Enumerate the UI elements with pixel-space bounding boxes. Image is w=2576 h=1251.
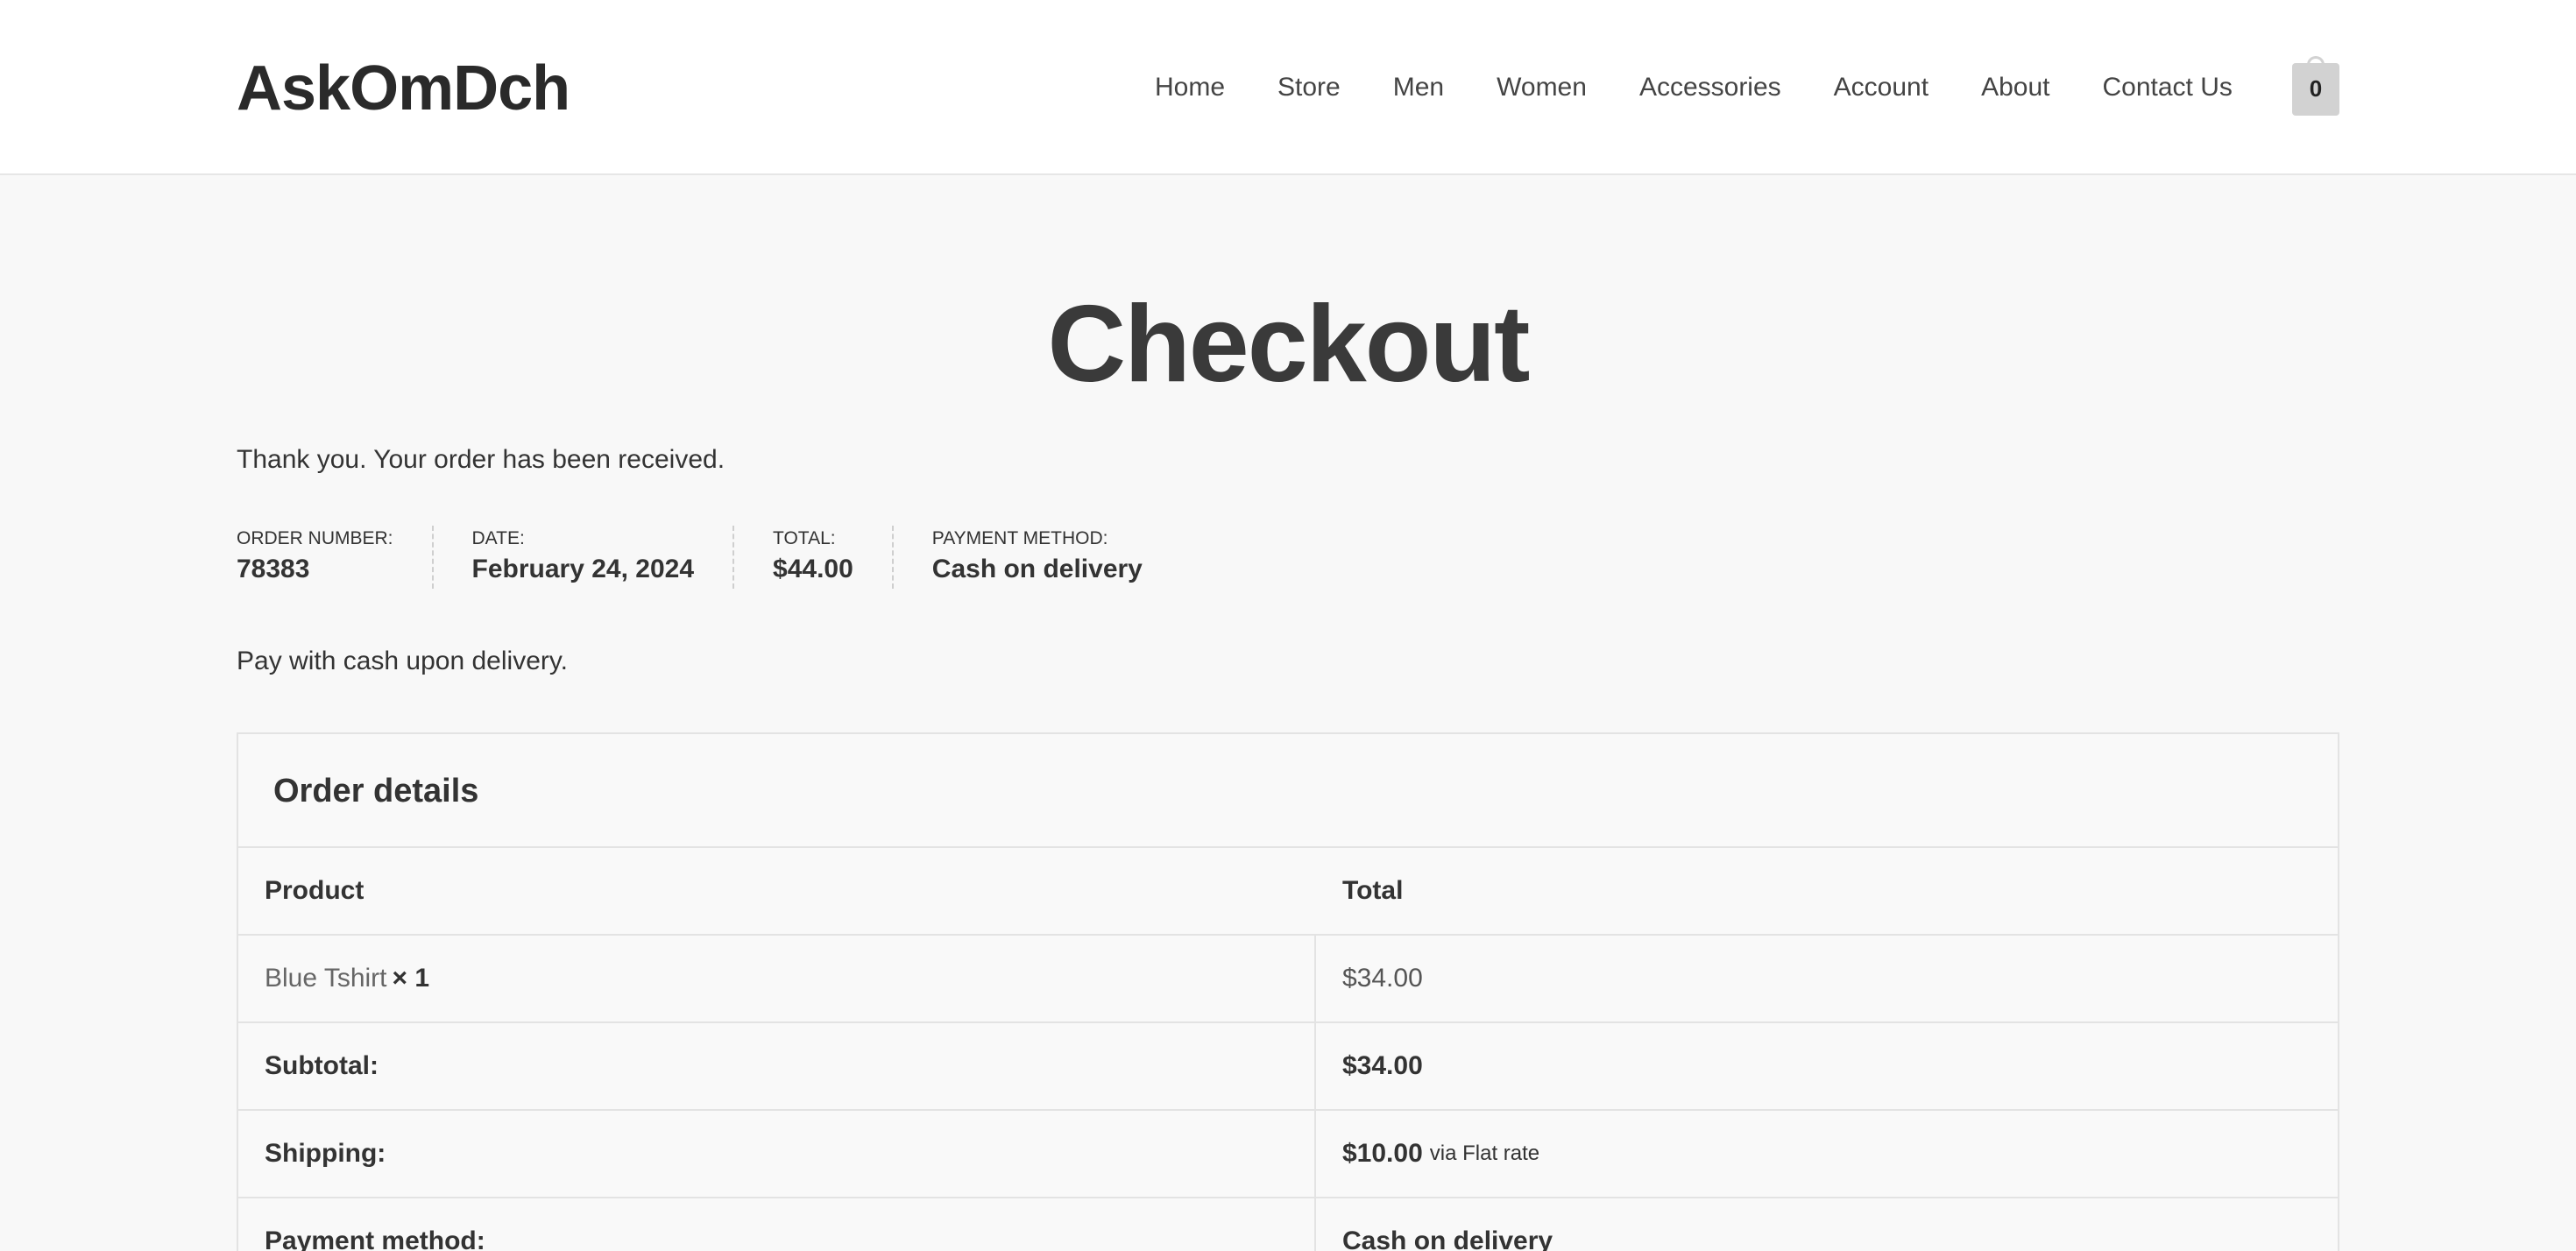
subtotal-row: Subtotal: $34.00 [238, 1023, 2338, 1111]
cart-button[interactable]: 0 [2292, 56, 2339, 116]
nav-men[interactable]: Men [1393, 68, 1444, 107]
site-logo[interactable]: AskOmDch [237, 49, 570, 128]
overview-value: $44.00 [773, 555, 853, 583]
column-header-product: Product [265, 876, 364, 905]
overview-label: Payment method: [931, 528, 1108, 548]
nav-contact-us[interactable]: Contact Us [2102, 68, 2232, 107]
shipping-value: $10.00 [1342, 1139, 1423, 1168]
column-header-total: Total [1342, 876, 1404, 905]
order-received-message: Thank you. Your order has been received. [237, 445, 725, 474]
subtotal-label: Subtotal: [238, 1023, 1316, 1109]
overview-value: 78383 [237, 555, 310, 583]
nav-account[interactable]: Account [1834, 68, 1928, 107]
table-row: Blue Tshirt × 1 $34.00 [238, 936, 2338, 1023]
payment-method-label: Payment method: [238, 1198, 1316, 1251]
payment-instructions: Pay with cash upon delivery. [237, 647, 568, 675]
subtotal-value: $34.00 [1342, 1051, 1423, 1080]
table-header-row: Product Total [238, 848, 2338, 936]
page-title: Checkout [1047, 284, 1531, 405]
overview-payment-method: Payment method: Cash on delivery [932, 526, 1181, 589]
site-header: AskOmDch Home Store Men Women Accessorie… [0, 0, 2576, 175]
shipping-cell: $10.00 via Flat rate [1316, 1111, 2338, 1197]
nav-home[interactable]: Home [1155, 68, 1225, 107]
payment-method-value: Cash on delivery [1342, 1226, 1553, 1251]
shopping-bag-icon [2307, 56, 2325, 70]
shipping-method: via Flat rate [1429, 1141, 1540, 1165]
nav-store[interactable]: Store [1277, 68, 1341, 107]
order-overview: Order number: 78383 Date: February 24, 2… [237, 526, 1220, 589]
product-link[interactable]: Blue Tshirt [265, 964, 387, 993]
overview-label: Date: [471, 528, 525, 548]
nav-women[interactable]: Women [1497, 68, 1587, 107]
shipping-row: Shipping: $10.00 via Flat rate [238, 1111, 2338, 1198]
overview-label: Total: [773, 528, 836, 548]
product-quantity: × 1 [392, 964, 430, 993]
overview-label: Order number: [237, 528, 393, 548]
nav-accessories[interactable]: Accessories [1639, 68, 1781, 107]
order-details-section: Order details Product Total Blue Tshirt … [237, 732, 2339, 1251]
overview-value: February 24, 2024 [471, 555, 695, 583]
cart-count: 0 [2309, 75, 2323, 102]
main-nav: Home Store Men Women Accessories Account… [1155, 68, 2285, 107]
overview-order-number: Order number: 78383 [237, 526, 434, 589]
nav-about[interactable]: About [1981, 68, 2049, 107]
shipping-label: Shipping: [238, 1111, 1316, 1197]
overview-value: Cash on delivery [931, 555, 1143, 583]
overview-date: Date: February 24, 2024 [472, 526, 735, 589]
order-details-heading: Order details [238, 734, 2338, 848]
product-total: $34.00 [1342, 964, 1423, 993]
product-cell: Blue Tshirt × 1 [238, 936, 1316, 1021]
overview-total: Total: $44.00 [773, 526, 894, 589]
payment-method-row: Payment method: Cash on delivery [238, 1198, 2338, 1251]
